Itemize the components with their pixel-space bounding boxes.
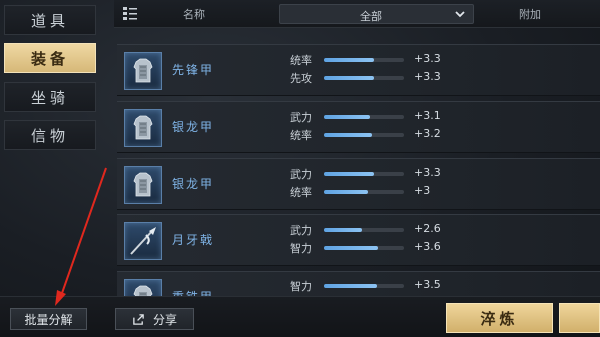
stat-bar-fill <box>324 284 377 288</box>
equipment-row[interactable]: 重铁甲智力+3.5统率+3.6 <box>117 271 600 296</box>
refine-button[interactable]: 淬炼 <box>446 303 553 333</box>
stat-value: +3.2 <box>414 127 441 140</box>
stat-bar <box>324 115 404 119</box>
tab-label: 道具 <box>30 11 69 30</box>
stat-bar <box>324 190 404 194</box>
stat-value: +2.6 <box>414 222 441 235</box>
item-name: 月牙戟 <box>172 233 215 247</box>
item-name: 先锋甲 <box>172 63 215 77</box>
equipment-row[interactable]: 银龙甲 武力 +3.3 统率 +3 <box>117 158 600 210</box>
share-icon <box>133 313 144 325</box>
item-thumbnail <box>124 279 162 296</box>
stat-bar-fill <box>324 58 374 62</box>
item-name: 重铁甲 <box>172 288 214 296</box>
share-label: 分享 <box>152 312 177 327</box>
item-thumbnail <box>124 52 162 90</box>
armor-icon <box>125 58 161 93</box>
tab-label: 装备 <box>30 49 69 68</box>
stat-label: 统率 <box>290 54 312 67</box>
equipment-list[interactable]: 先锋甲 统率 +3.3 先攻 +3.3 银龙甲 武力 +3.1 统率 +3.2 银龙甲 武力 +3.3 统… <box>114 28 600 296</box>
filter-dropdown[interactable]: 全部 <box>279 4 474 24</box>
secondary-gold-button[interactable] <box>559 303 600 333</box>
tab-mounts[interactable]: 坐骑 <box>4 82 96 112</box>
tab-label: 坐骑 <box>30 88 69 107</box>
stat-value: +3.5 <box>414 278 441 291</box>
stat-value: +3.6 <box>414 240 441 253</box>
stat-bar <box>324 246 404 250</box>
item-thumbnail <box>124 222 162 260</box>
batch-dismantle-label: 批量分解 <box>24 312 73 327</box>
armor-icon <box>125 115 161 150</box>
item-name: 银龙甲 <box>172 120 215 134</box>
tab-equipment[interactable]: 装备 <box>4 43 96 73</box>
item-name: 银龙甲 <box>172 177 215 191</box>
stat-bar-fill <box>324 76 374 80</box>
stat-label: 武力 <box>290 111 312 124</box>
stat-bar <box>324 228 404 232</box>
stat-label: 武力 <box>290 224 312 237</box>
stat-value: +3.3 <box>414 52 441 65</box>
stat-label: 统率 <box>290 129 312 142</box>
stat-bar-fill <box>324 246 379 250</box>
equipment-row[interactable]: 月牙戟 武力 +2.6 智力 +3.6 <box>117 214 600 266</box>
refine-label: 淬炼 <box>480 309 519 328</box>
bonus-column-header: 附加 <box>519 8 541 21</box>
stat-bar <box>324 58 404 62</box>
tab-label: 信物 <box>30 126 69 145</box>
stat-label: 先攻 <box>290 72 312 85</box>
list-view-icon[interactable] <box>123 7 137 20</box>
stat-bar-fill <box>324 133 372 137</box>
tab-items[interactable]: 道具 <box>4 5 96 35</box>
chevron-down-icon <box>455 11 465 18</box>
stat-bar-fill <box>324 115 371 119</box>
stat-bar-fill <box>324 190 368 194</box>
stat-bar-fill <box>324 228 363 232</box>
stat-value: +3.3 <box>414 70 441 83</box>
stat-label: 武力 <box>290 168 312 181</box>
stat-bar <box>324 172 404 176</box>
stat-bar-fill <box>324 172 374 176</box>
name-column-header[interactable]: 名称 <box>183 6 205 22</box>
item-thumbnail <box>124 166 162 204</box>
stat-bar <box>324 133 404 137</box>
armor-icon <box>125 172 161 207</box>
stat-bar <box>324 76 404 80</box>
stat-value: +3 <box>414 184 431 197</box>
stat-label: 智力 <box>290 242 312 255</box>
item-thumbnail <box>124 109 162 147</box>
equipment-row[interactable]: 先锋甲 统率 +3.3 先攻 +3.3 <box>117 44 600 96</box>
share-button[interactable]: 分享 <box>115 308 194 330</box>
stat-bar <box>324 284 404 288</box>
stat-value: +3.1 <box>414 109 441 122</box>
stat-label: 统率 <box>290 186 312 199</box>
stat-value: +3.3 <box>414 166 441 179</box>
equipment-row[interactable]: 银龙甲 武力 +3.1 统率 +3.2 <box>117 101 600 153</box>
batch-dismantle-button[interactable]: 批量分解 <box>10 308 87 330</box>
filter-value: 全部 <box>360 10 382 23</box>
halberd-icon <box>125 227 161 263</box>
stat-label: 智力 <box>290 280 312 293</box>
tab-tokens[interactable]: 信物 <box>4 120 96 150</box>
